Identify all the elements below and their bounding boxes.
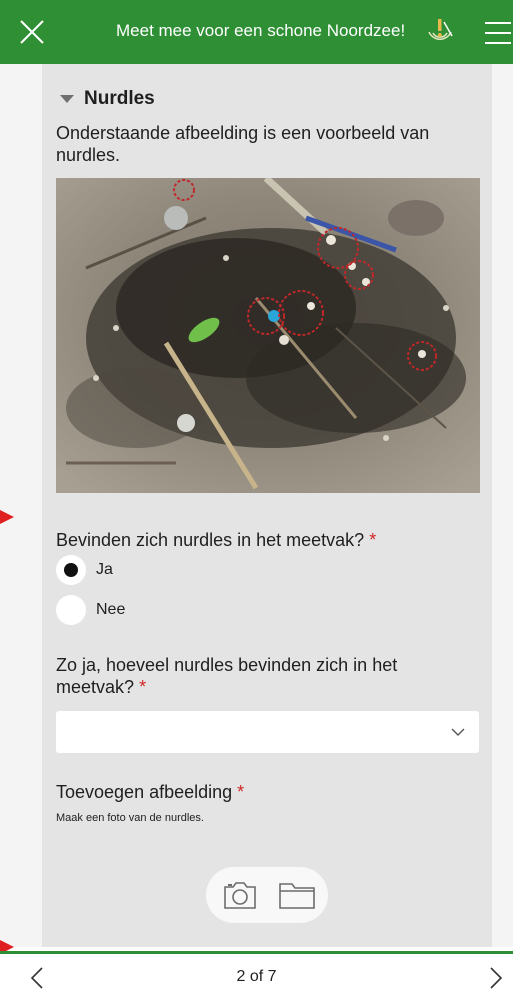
radio-ja[interactable]	[56, 555, 86, 585]
gps-warning-icon[interactable]	[424, 14, 456, 48]
folder-icon[interactable]	[278, 880, 316, 910]
question-nurdles-count: Zo ja, hoeveel nurdles bevinden zich in …	[56, 654, 476, 698]
chevron-down-icon	[451, 728, 465, 736]
radio-label-nee[interactable]: Nee	[96, 601, 125, 619]
radio-nee[interactable]	[56, 595, 86, 625]
page-indicator: 2 of 7	[236, 968, 277, 985]
radio-selected-dot	[64, 563, 78, 577]
radio-label-ja[interactable]: Ja	[96, 561, 113, 579]
red-arrow-marker	[0, 510, 14, 524]
survey-card: Nurdles Onderstaande afbeelding is een v…	[42, 64, 492, 947]
question-label: Toevoegen afbeelding	[56, 782, 233, 802]
question-nurdles-present: Bevinden zich nurdles in het meetvak? *	[56, 530, 376, 551]
nurdles-count-dropdown[interactable]	[56, 711, 479, 753]
required-marker: *	[237, 782, 245, 802]
camera-icon[interactable]	[222, 879, 258, 911]
page-navigation: 2 of 7	[0, 954, 513, 997]
nurdles-example-photo	[56, 178, 480, 493]
required-marker: *	[139, 677, 147, 697]
app-header: Meet mee voor een schone Noordzee!	[0, 0, 513, 64]
question-add-image: Toevoegen afbeelding *	[56, 782, 244, 803]
hamburger-menu-icon[interactable]	[483, 18, 513, 48]
collapse-triangle-icon	[60, 94, 74, 103]
right-gutter	[492, 64, 513, 947]
question-label: Zo ja, hoeveel nurdles bevinden zich in …	[56, 655, 398, 697]
image-attach-controls	[206, 867, 328, 923]
question-label: Bevinden zich nurdles in het meetvak?	[56, 530, 365, 550]
required-marker: *	[369, 530, 377, 550]
question-hint: Maak een foto van de nurdles.	[56, 812, 204, 824]
app-title: Meet mee voor een schone Noordzee!	[116, 21, 406, 40]
chevron-right-icon[interactable]	[489, 966, 503, 990]
section-title: Nurdles	[84, 88, 155, 109]
section-description: Onderstaande afbeelding is een voorbeeld…	[56, 123, 430, 165]
section-header[interactable]: Nurdles	[60, 88, 155, 110]
close-icon[interactable]	[18, 18, 46, 46]
